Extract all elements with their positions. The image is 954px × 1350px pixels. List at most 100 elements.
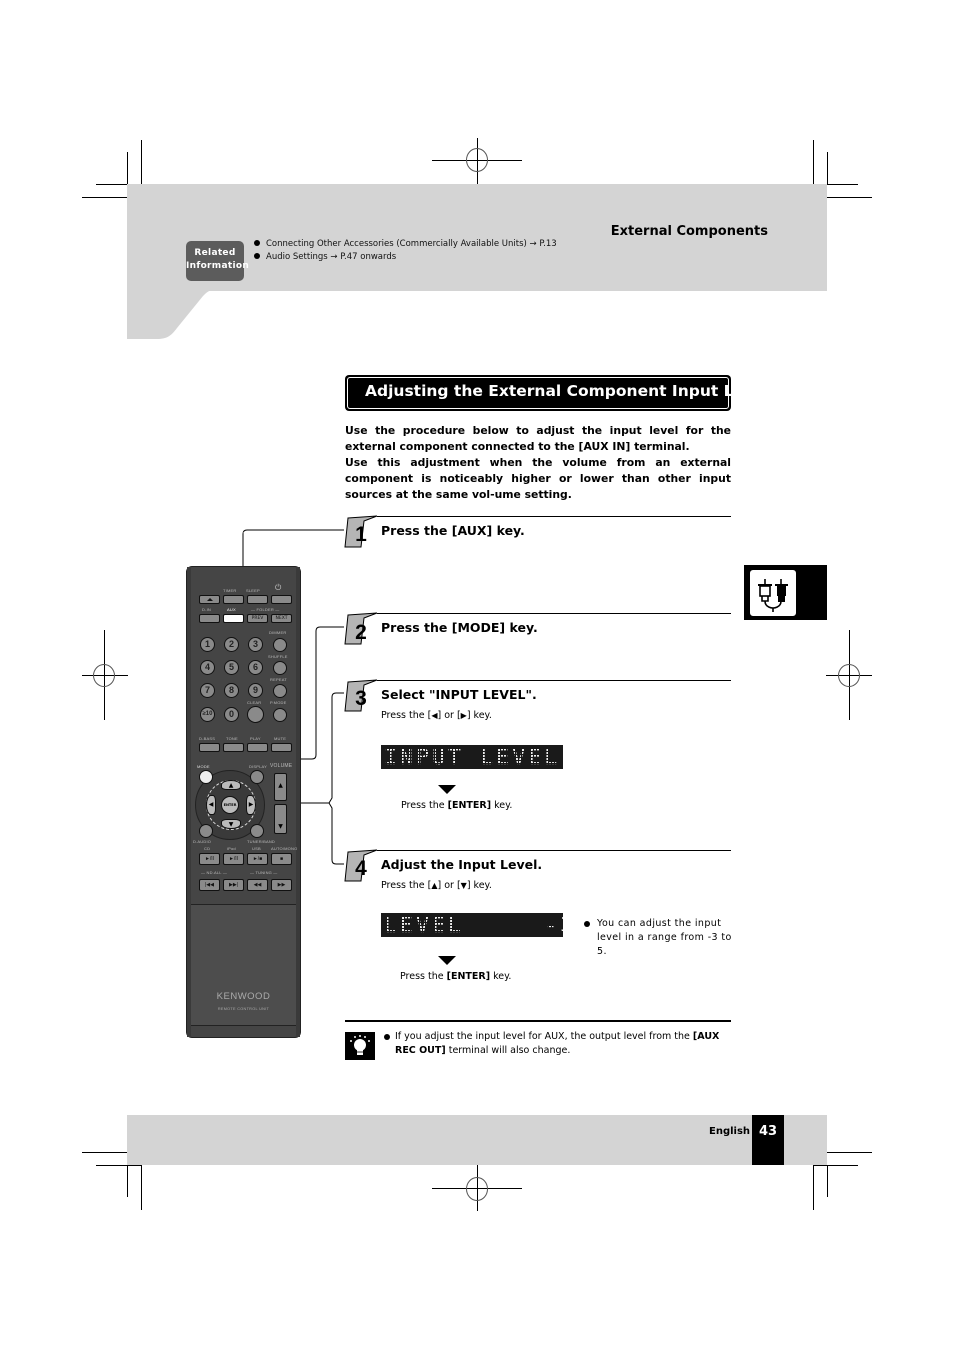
step-number-badge: 4	[344, 849, 378, 882]
remote-subtitle: REMOTE CONTROL UNIT	[217, 1007, 270, 1011]
remote-label: D.AUDIO	[193, 839, 212, 844]
remote-dimmer-button[interactable]	[273, 638, 287, 652]
remote-mode-button[interactable]	[199, 770, 213, 784]
step-divider	[377, 516, 731, 517]
remote-number-button[interactable]: 8	[224, 683, 239, 698]
remote-play-button[interactable]	[247, 743, 268, 752]
remote-label: — ND.ALL —	[201, 870, 228, 875]
remote-tunerband-button[interactable]	[250, 824, 264, 838]
bullet-icon	[584, 921, 590, 927]
remote-number-button[interactable]: 1	[200, 637, 215, 652]
remote-repeat-button[interactable]	[273, 684, 287, 698]
remote-previous-track-button[interactable]: |◀◀	[199, 879, 220, 891]
range-note-text: You can adjust the input level in a rang…	[597, 918, 732, 957]
page-number: 43	[752, 1115, 784, 1165]
remote-pmode-button[interactable]	[273, 708, 287, 722]
remote-display-button[interactable]	[250, 770, 264, 784]
remote-up-button[interactable]: ▲	[221, 780, 241, 790]
step-instruction: Press the [▲] or [▼] key.	[381, 880, 492, 891]
remote-number-button[interactable]: 2	[224, 637, 239, 652]
remote-label: CLEAR	[247, 700, 262, 705]
remote-number-button[interactable]: 9	[248, 683, 263, 698]
remote-ipod-play-button[interactable]: ►/II	[223, 853, 244, 865]
crop-mark	[813, 140, 814, 184]
intro-text-2: Use this adjustment when the volume from…	[345, 456, 731, 501]
remote-label: D-BASS	[199, 736, 216, 741]
crop-mark	[127, 152, 128, 184]
remote-volume-down-button[interactable]: ▼	[274, 804, 287, 834]
remote-rewind-button[interactable]: ◀◀	[247, 879, 268, 891]
down-arrow-icon	[438, 956, 456, 965]
crop-mark	[813, 1165, 814, 1210]
remote-label: TUNER/BAND	[247, 839, 276, 844]
remote-prev-button[interactable]: PREV	[247, 614, 268, 623]
remote-number-button[interactable]: 3	[248, 637, 263, 652]
remote-shuffle-button[interactable]	[273, 661, 287, 675]
remote-d-in-button[interactable]	[199, 614, 220, 623]
remote-next-track-button[interactable]: ▶▶|	[223, 879, 244, 891]
remote-edge	[296, 567, 300, 1037]
step-number: 3	[355, 687, 367, 710]
instruction-text: Press the [	[381, 710, 432, 721]
instruction-text: Press the	[400, 971, 447, 982]
remote-stop-button[interactable]: ■	[271, 853, 292, 865]
remote-label: P.MODE	[270, 700, 287, 705]
remote-label: TONE	[226, 736, 238, 741]
remote-label: AUX	[227, 607, 236, 612]
remote-volume-up-button[interactable]: ▲	[274, 773, 287, 801]
remote-timer-button[interactable]	[223, 595, 244, 604]
remote-next-button[interactable]: NEXT	[271, 614, 292, 623]
remote-label: USB	[252, 846, 261, 851]
step-divider	[377, 850, 731, 851]
enter-instruction: Press the [ENTER] key.	[401, 800, 512, 811]
footer-band	[127, 1115, 827, 1165]
related-link[interactable]: Audio Settings → P.47 onwards	[254, 252, 396, 262]
instruction-text: ] key.	[466, 880, 492, 891]
enter-key-label: [ENTER]	[446, 971, 491, 982]
tip-divider	[345, 1020, 731, 1022]
instruction-text: key.	[491, 800, 513, 811]
remote-label: MUTE	[274, 736, 287, 741]
step-number: 1	[355, 523, 367, 546]
remote-down-button[interactable]: ▼	[221, 819, 241, 829]
power-icon: ⏻	[275, 583, 282, 592]
instruction-text: Press the	[401, 800, 448, 811]
remote-sleep-button[interactable]	[247, 595, 268, 604]
remote-open-close-button[interactable]	[199, 595, 220, 604]
remote-label: D-IN	[202, 607, 212, 612]
remote-label: — TUNING —	[250, 870, 278, 875]
instruction-text: ] or [	[437, 710, 461, 721]
step-title: Press the [MODE] key.	[381, 620, 538, 635]
remote-number-button[interactable]: 4	[200, 660, 215, 675]
remote-number-button[interactable]: 5	[224, 660, 239, 675]
crop-mark	[827, 1152, 872, 1153]
remote-enter-button[interactable]: ENTER	[221, 796, 239, 814]
remote-power-button[interactable]	[271, 595, 292, 604]
related-link[interactable]: Connecting Other Accessories (Commercial…	[254, 239, 557, 249]
remote-number-button[interactable]: 7	[200, 683, 215, 698]
remote-number-button[interactable]: 6	[248, 660, 263, 675]
remote-number-button[interactable]: 0	[224, 707, 239, 722]
enter-instruction: Press the [ENTER] key.	[400, 971, 511, 982]
remote-right-button[interactable]: ▶	[246, 795, 256, 815]
remote-daudio-button[interactable]	[199, 824, 213, 838]
remote-number-button[interactable]: ≥10	[200, 707, 215, 722]
remote-left-button[interactable]: ◀	[206, 795, 216, 815]
remote-label: DIMMER	[269, 630, 287, 635]
remote-dbass-button[interactable]	[199, 743, 220, 752]
remote-clear-button[interactable]	[247, 706, 264, 723]
crop-mark	[96, 1165, 141, 1166]
remote-tone-button[interactable]	[223, 743, 244, 752]
step-number: 2	[355, 621, 367, 644]
remote-mute-button[interactable]	[271, 743, 292, 752]
tip-text: If you adjust the input level for AUX, t…	[384, 1030, 732, 1058]
remote-label: PLAY	[250, 736, 261, 741]
bullet-icon	[254, 253, 260, 259]
remote-usb-play-button[interactable]: ►/■	[247, 853, 268, 865]
footer-language: English	[709, 1126, 751, 1137]
step-title: Press the [AUX] key.	[381, 523, 525, 538]
remote-aux-button[interactable]	[223, 614, 244, 623]
remote-cd-play-button[interactable]: ►/II	[199, 853, 220, 865]
tip-text-part: If you adjust the input level for AUX, t…	[395, 1031, 693, 1042]
remote-forward-button[interactable]: ▶▶	[271, 879, 292, 891]
